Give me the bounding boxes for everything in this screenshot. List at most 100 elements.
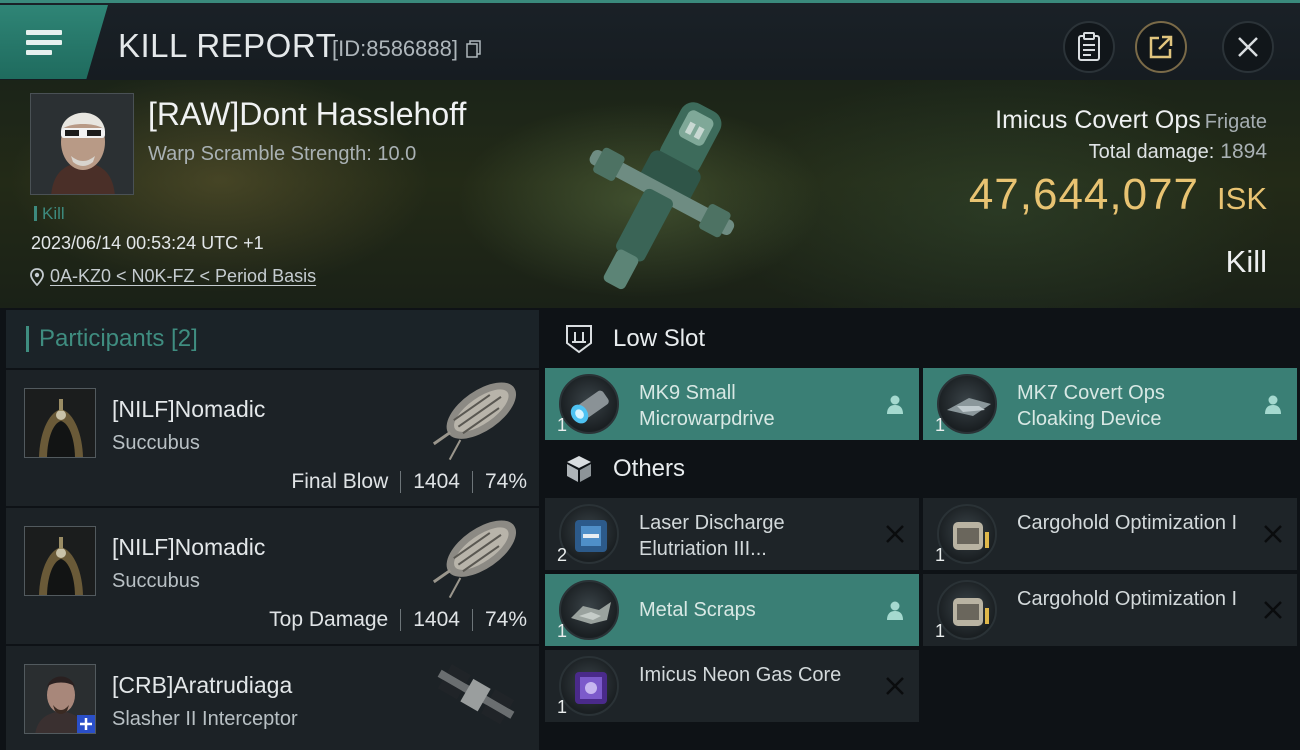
participant-role: Final Blow xyxy=(291,470,389,493)
warp-scramble-strength: Warp Scramble Strength: 10.0 xyxy=(148,143,417,165)
participant-name: [NILF]Nomadic xyxy=(112,396,266,422)
participant-row[interactable]: [NILF]Nomadic Succubus Final Blow 1404 7… xyxy=(6,370,539,506)
destroyed-x-icon xyxy=(1264,525,1282,543)
participant-ship-image xyxy=(437,664,515,725)
participant-ship: Succubus xyxy=(112,570,200,592)
item-name: MK9 Small Microwarpdrive xyxy=(639,382,775,430)
microwarpdrive-icon xyxy=(559,374,619,434)
ship-class: Frigate xyxy=(1204,111,1267,133)
fitting-item[interactable]: 1 MK9 Small Microwarpdrive xyxy=(545,368,919,440)
destroyed-x-icon xyxy=(886,677,904,695)
kill-datetime: 2023/06/14 00:53:24 UTC +1 xyxy=(31,233,264,253)
item-name: Cargohold Optimization I xyxy=(1017,512,1238,534)
participant-avatar xyxy=(24,526,96,596)
copy-icon xyxy=(466,40,481,58)
low-slot-title: Low Slot xyxy=(613,325,706,352)
participant-avatar xyxy=(24,388,96,458)
cube-icon xyxy=(567,456,591,482)
participant-stats: Top Damage 1404 74% xyxy=(269,608,527,632)
dropped-person-icon xyxy=(1265,395,1281,414)
item-name: Laser Discharge Elutriation III... xyxy=(639,512,785,560)
location-pin-icon xyxy=(30,267,44,286)
cargohold-optimization-icon xyxy=(937,504,997,564)
fitting-item[interactable]: 1 Cargohold Optimization I xyxy=(923,574,1297,646)
hamburger-icon xyxy=(26,25,62,60)
low-slot-icon xyxy=(566,325,592,354)
participant-damage: 1404 xyxy=(413,470,460,493)
report-id[interactable]: [ID:8586888] xyxy=(332,36,482,62)
share-icon xyxy=(1149,35,1173,59)
item-quantity: 1 xyxy=(557,697,568,717)
isk-value: 47,644,077 ISK xyxy=(969,170,1267,220)
isk-unit: ISK xyxy=(1217,181,1267,216)
kill-tag: Kill xyxy=(34,204,65,224)
participant-row[interactable]: [CRB]Aratrudiaga Slasher II Interceptor xyxy=(6,646,539,750)
isk-amount: 47,644,077 xyxy=(968,170,1200,219)
item-quantity: 1 xyxy=(935,415,946,435)
location-link: 0A-KZ0 < N0K-FZ < Period Basis xyxy=(50,266,317,286)
participant-percent: 74% xyxy=(484,608,527,631)
item-name: MK7 Covert Ops Cloaking Device xyxy=(1017,382,1165,430)
total-damage: Total damage: 1894 xyxy=(1088,140,1267,163)
destroyed-x-icon xyxy=(1264,601,1282,619)
item-quantity: 2 xyxy=(557,545,568,565)
participant-avatar xyxy=(24,664,96,734)
item-name: Imicus Neon Gas Core xyxy=(639,664,842,686)
participant-percent: 74% xyxy=(484,470,527,493)
item-quantity: 1 xyxy=(935,621,946,641)
fitting-item[interactable]: 2 Laser Discharge Elutriation III... xyxy=(545,498,919,570)
fitting-panel: Low Slot 1 MK9 Small Microwarpdrive 1 MK… xyxy=(545,310,1300,750)
dropped-person-icon xyxy=(887,395,903,414)
others-title: Others xyxy=(613,455,686,482)
participant-damage: 1404 xyxy=(413,608,460,631)
item-name: Metal Scraps xyxy=(639,599,756,621)
cargohold-optimization-icon xyxy=(937,580,997,640)
neon-gas-core-icon xyxy=(559,656,619,716)
victim-portrait[interactable] xyxy=(30,93,134,195)
metal-scraps-icon xyxy=(559,580,619,640)
page-title: KILL REPORT xyxy=(118,27,337,64)
kill-report-header: KILL REPORT [ID:8586888] xyxy=(0,0,1300,80)
victim-name[interactable]: [RAW]Dont Hasslehoff xyxy=(148,96,466,133)
clipboard-icon xyxy=(1078,32,1100,61)
dropped-person-icon xyxy=(887,601,903,620)
low-slot-grid: 1 MK9 Small Microwarpdrive 1 MK7 Covert … xyxy=(545,368,1300,440)
participant-name: [NILF]Nomadic xyxy=(112,534,266,560)
clipboard-button[interactable] xyxy=(1063,21,1115,73)
participants-header: Participants [2] xyxy=(6,310,539,368)
participant-stats: Final Blow 1404 74% xyxy=(291,470,527,494)
empty-slot xyxy=(923,650,1297,722)
low-slot-header: Low Slot xyxy=(545,310,1300,368)
participant-role: Top Damage xyxy=(269,608,389,631)
victim-banner: [RAW]Dont Hasslehoff Warp Scramble Stren… xyxy=(0,80,1300,308)
participant-ship: Succubus xyxy=(112,432,200,454)
item-quantity: 1 xyxy=(557,415,568,435)
others-header: Others xyxy=(545,440,1300,498)
fitting-item[interactable]: 1 MK7 Covert Ops Cloaking Device xyxy=(923,368,1297,440)
fitting-item[interactable]: 1 Imicus Neon Gas Core xyxy=(545,650,919,722)
close-icon xyxy=(1238,37,1258,57)
victim-ship-image xyxy=(589,102,735,290)
menu-button[interactable] xyxy=(0,5,108,79)
item-quantity: 1 xyxy=(557,621,568,641)
item-name: Cargohold Optimization I xyxy=(1017,588,1238,610)
participant-ship-image xyxy=(432,520,517,599)
fitting-item[interactable]: 1 Cargohold Optimization I xyxy=(923,498,1297,570)
victim-ship-name[interactable]: Imicus Covert Ops Frigate xyxy=(995,106,1267,135)
fitting-item[interactable]: 1 Metal Scraps xyxy=(545,574,919,646)
participant-ship: Slasher II Interceptor xyxy=(112,708,298,730)
share-button[interactable] xyxy=(1135,21,1187,73)
kill-location[interactable]: 0A-KZ0 < N0K-FZ < Period Basis xyxy=(30,266,316,287)
close-button[interactable] xyxy=(1222,21,1274,73)
participants-panel: Participants [2] [NILF]Nomadic Succubus xyxy=(6,310,539,750)
plus-badge-icon xyxy=(77,715,95,733)
cloaking-device-icon xyxy=(937,374,997,434)
laser-discharge-icon xyxy=(559,504,619,564)
others-grid: 2 Laser Discharge Elutriation III... 1 C… xyxy=(545,498,1300,722)
participant-row[interactable]: [NILF]Nomadic Succubus Top Damage 1404 7… xyxy=(6,508,539,644)
result-label: Kill xyxy=(1225,244,1267,279)
total-damage-value: 1894 xyxy=(1220,140,1267,163)
participant-ship-image xyxy=(432,382,517,461)
destroyed-x-icon xyxy=(886,525,904,543)
participant-name: [CRB]Aratrudiaga xyxy=(112,672,293,698)
